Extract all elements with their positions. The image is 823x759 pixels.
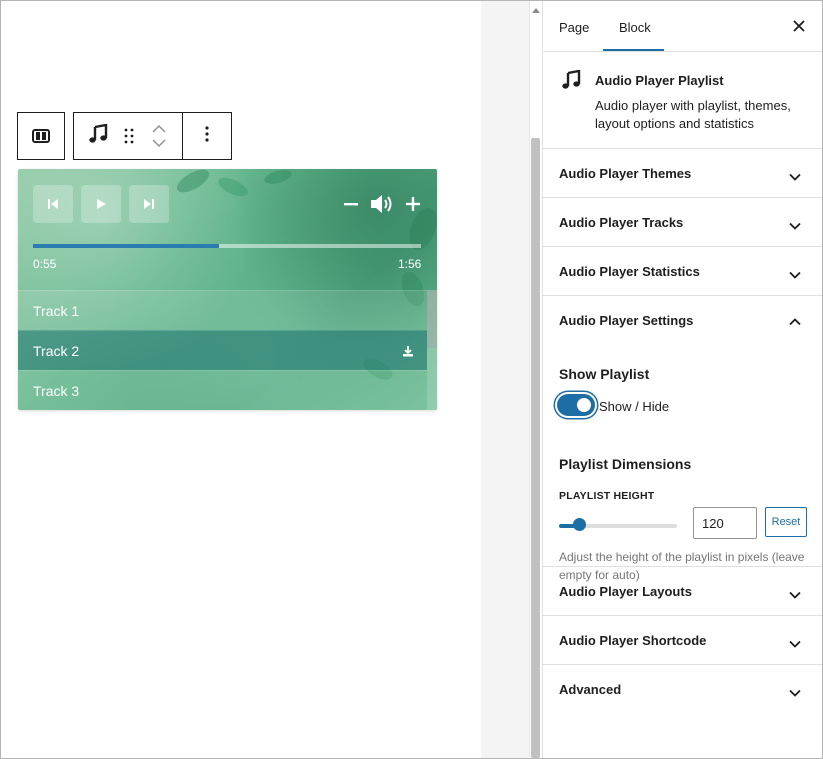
volume-down-button[interactable] <box>343 191 359 217</box>
panel-title: Audio Player Tracks <box>559 215 684 230</box>
panel-title: Audio Player Statistics <box>559 264 700 279</box>
editor-scrollbar-thumb[interactable] <box>531 138 540 758</box>
sidebar-tabs: Page Block <box>543 1 822 52</box>
chevron-up-icon[interactable] <box>152 125 166 133</box>
progress-bar-fill <box>33 244 220 248</box>
move-up-down-control[interactable] <box>136 113 182 159</box>
settings-sidebar: Page Block Audio Player Playlist Audio p… <box>542 1 822 758</box>
plus-icon <box>406 197 420 211</box>
volume-up-button[interactable] <box>405 191 421 217</box>
toggle-label: Show / Hide <box>599 399 670 414</box>
playlist-track-2[interactable]: Track 2 <box>18 330 427 370</box>
audio-player: 0:55 1:56 Track 1 Track 2 Track 3 <box>18 169 437 410</box>
panel-statistics[interactable]: Audio Player Statistics <box>543 247 822 296</box>
playlist-height-label: PLAYLIST HEIGHT <box>559 490 655 502</box>
block-name: Audio Player Playlist <box>595 73 724 88</box>
download-icon[interactable] <box>402 344 414 360</box>
playlist-height-input[interactable] <box>693 507 757 539</box>
show-playlist-toggle[interactable] <box>557 394 595 416</box>
panel-title: Audio Player Shortcode <box>559 633 707 648</box>
toggle-knob <box>577 398 591 412</box>
playlist-dimensions-heading: Playlist Dimensions <box>559 456 692 472</box>
panel-shortcode[interactable]: Audio Player Shortcode <box>543 616 822 665</box>
playlist-track-3[interactable]: Track 3 <box>18 370 427 410</box>
skip-forward-icon <box>144 199 154 209</box>
playlist-scrollbar-thumb[interactable] <box>427 290 437 348</box>
music-note-icon <box>88 123 108 149</box>
panel-themes[interactable]: Audio Player Themes <box>543 149 822 198</box>
chevron-down-icon <box>789 635 801 653</box>
close-icon[interactable] <box>792 19 806 38</box>
chevron-down-icon <box>789 684 801 702</box>
chevron-down-icon <box>789 586 801 604</box>
track-title: Track 1 <box>33 302 80 319</box>
block-toolbar <box>73 112 232 160</box>
block-parent-selector[interactable] <box>17 112 65 160</box>
chevron-down-icon <box>789 168 801 186</box>
slider-thumb[interactable] <box>573 518 586 531</box>
active-tab-indicator <box>603 49 664 51</box>
previous-track-button[interactable] <box>33 185 73 223</box>
playlist-track-1[interactable]: Track 1 <box>18 290 427 330</box>
vertical-ellipsis-icon <box>205 125 209 147</box>
canvas-gutter <box>481 1 529 758</box>
block-type-button[interactable] <box>74 113 122 159</box>
panel-layouts[interactable]: Audio Player Layouts <box>543 567 822 616</box>
track-title: Track 2 <box>33 342 80 359</box>
reset-button[interactable]: Reset <box>765 507 807 537</box>
next-track-button[interactable] <box>129 185 169 223</box>
block-card: Audio Player Playlist Audio player with … <box>543 52 822 149</box>
panel-settings-title[interactable]: Audio Player Settings <box>559 313 693 328</box>
chevron-down-icon[interactable] <box>152 139 166 147</box>
panel-tracks[interactable]: Audio Player Tracks <box>543 198 822 247</box>
columns-layout-icon <box>32 129 50 143</box>
chevron-up-icon[interactable] <box>789 313 801 331</box>
chevron-down-icon <box>789 217 801 235</box>
music-note-icon <box>561 69 581 95</box>
track-title: Track 3 <box>33 382 80 399</box>
speaker-icon <box>371 195 392 213</box>
drag-handle-icon[interactable] <box>122 113 136 159</box>
play-icon <box>97 199 106 209</box>
more-options-button[interactable] <box>183 113 231 159</box>
playlist: Track 1 Track 2 Track 3 <box>18 290 427 410</box>
tab-page[interactable]: Page <box>559 20 589 35</box>
tab-block[interactable]: Block <box>619 20 651 35</box>
panel-settings: Audio Player Settings Show Playlist Show… <box>543 296 822 582</box>
scroll-up-arrow-icon[interactable] <box>532 8 540 13</box>
progress-bar[interactable] <box>33 244 421 248</box>
block-description: Audio player with playlist, themes, layo… <box>595 98 791 131</box>
panel-advanced[interactable]: Advanced <box>543 665 822 714</box>
minus-icon <box>344 202 358 205</box>
panel-title: Audio Player Layouts <box>559 584 692 599</box>
current-time: 0:55 <box>33 257 57 271</box>
panel-title: Advanced <box>559 682 622 697</box>
chevron-down-icon <box>789 266 801 284</box>
panel-title: Audio Player Themes <box>559 166 692 181</box>
volume-button[interactable] <box>368 191 396 217</box>
skip-back-icon <box>48 199 58 209</box>
show-playlist-heading: Show Playlist <box>559 366 650 382</box>
play-button[interactable] <box>81 185 121 223</box>
total-time: 1:56 <box>398 257 422 271</box>
